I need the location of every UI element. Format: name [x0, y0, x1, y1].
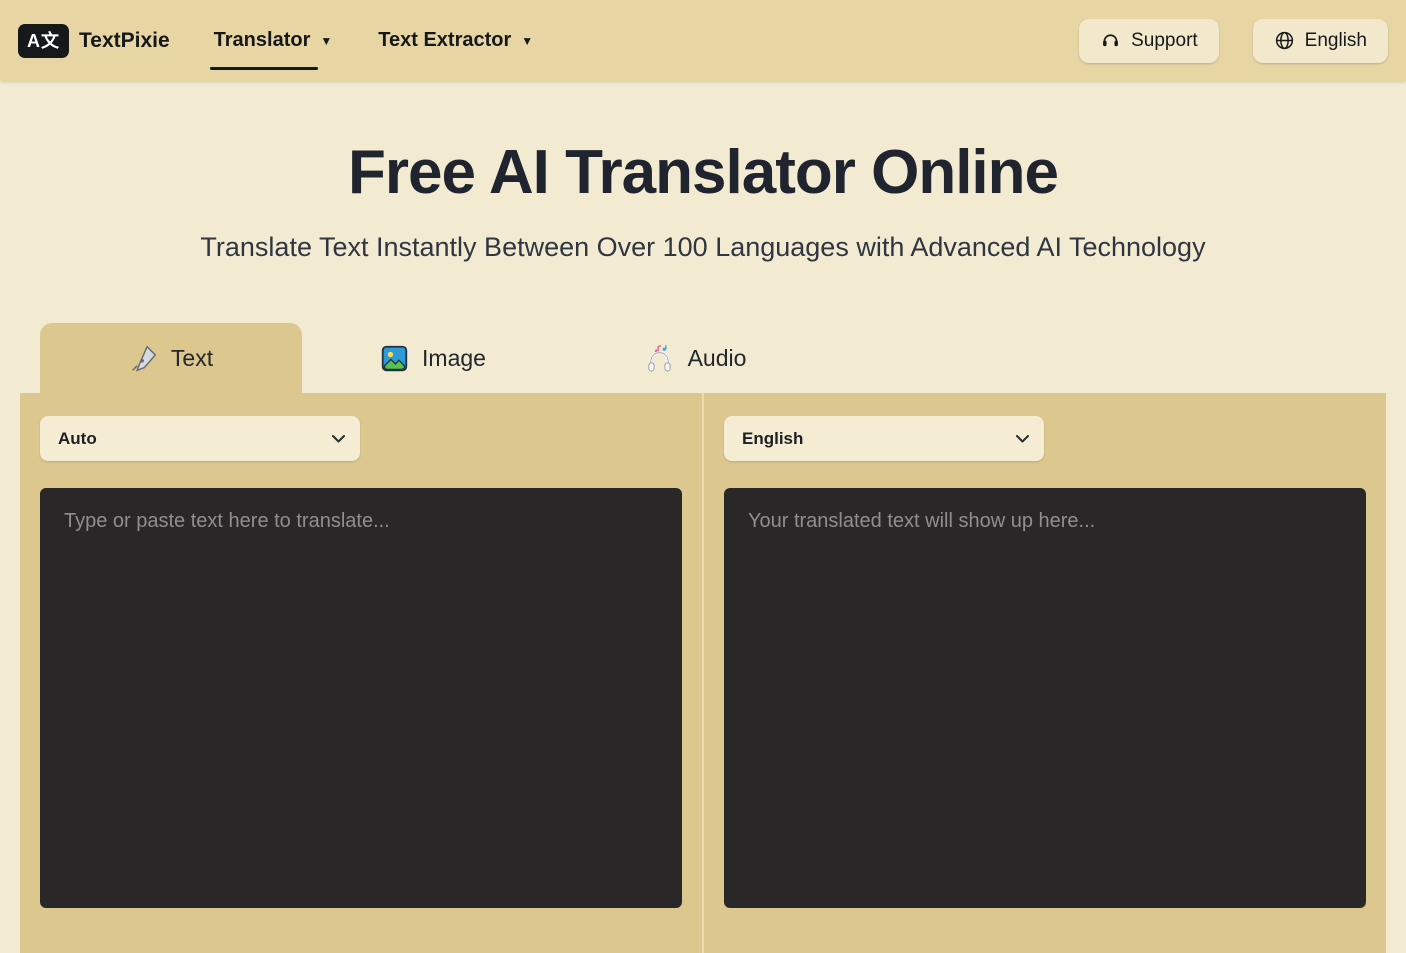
headphones-icon: [644, 343, 675, 374]
mode-tabs: Text Image: [40, 323, 1406, 393]
target-column: English: [704, 393, 1386, 953]
language-button-label: English: [1305, 30, 1367, 52]
top-nav: A文 TextPixie Translator ▼ Text Extractor…: [0, 0, 1406, 81]
pen-icon: [129, 344, 158, 373]
main-content: Free AI Translator Online Translate Text…: [0, 137, 1406, 953]
nav-item-translator[interactable]: Translator ▼: [214, 29, 333, 52]
support-button-label: Support: [1131, 30, 1198, 52]
tab-image[interactable]: Image: [302, 323, 564, 393]
page-subtitle: Translate Text Instantly Between Over 10…: [0, 232, 1406, 263]
caret-down-icon: ▼: [521, 35, 533, 47]
translator-panel: Auto English: [20, 393, 1386, 953]
chevron-down-icon: [332, 435, 345, 443]
logo[interactable]: A文 TextPixie: [18, 24, 170, 58]
support-button[interactable]: Support: [1079, 19, 1219, 63]
nav-translator-label: Translator: [214, 29, 311, 52]
header-actions: Support English: [1079, 19, 1388, 63]
page-title: Free AI Translator Online: [0, 137, 1406, 208]
tab-image-label: Image: [422, 345, 486, 372]
support-icon: [1100, 30, 1121, 51]
logo-text: TextPixie: [79, 29, 170, 53]
source-column: Auto: [20, 393, 702, 953]
translated-text-output[interactable]: [724, 488, 1366, 908]
nav-item-text-extractor[interactable]: Text Extractor ▼: [378, 29, 533, 52]
chevron-down-icon: [1016, 435, 1029, 443]
nav-text-extractor-label: Text Extractor: [378, 29, 511, 52]
language-button[interactable]: English: [1253, 19, 1388, 63]
source-text-input[interactable]: [40, 488, 682, 908]
target-language-select[interactable]: English: [724, 416, 1044, 461]
globe-icon: [1274, 30, 1295, 51]
tab-audio[interactable]: Audio: [564, 323, 826, 393]
image-icon: [380, 344, 409, 373]
source-language-value: Auto: [58, 429, 97, 449]
tab-text[interactable]: Text: [40, 323, 302, 393]
target-language-value: English: [742, 429, 803, 449]
tab-text-label: Text: [171, 345, 213, 372]
source-language-select[interactable]: Auto: [40, 416, 360, 461]
main-nav: Translator ▼ Text Extractor ▼: [214, 29, 534, 52]
tab-audio-label: Audio: [688, 345, 747, 372]
logo-icon: A文: [18, 24, 69, 58]
caret-down-icon: ▼: [320, 35, 332, 47]
